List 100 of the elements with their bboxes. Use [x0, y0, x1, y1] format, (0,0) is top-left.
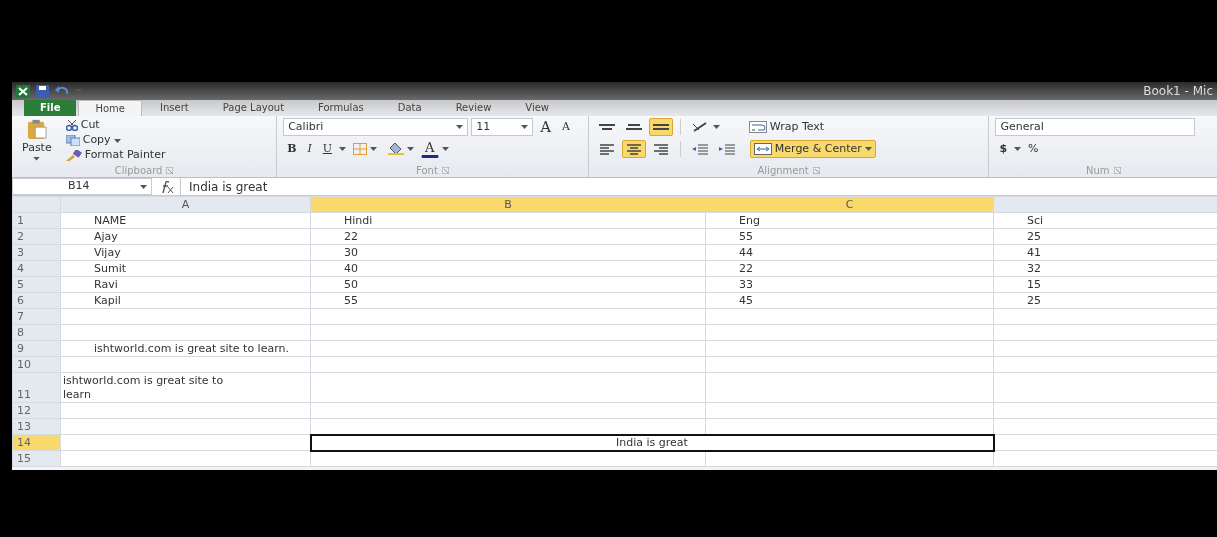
wrap-text-icon: [748, 121, 767, 133]
column-header[interactable]: B: [310, 196, 706, 213]
font-size-field[interactable]: 11: [471, 118, 534, 136]
align-center-icon: [625, 143, 642, 155]
align-right-icon: [652, 143, 669, 155]
paintbrush-icon: [65, 150, 82, 161]
caret-icon: [521, 125, 529, 129]
row-header[interactable]: 11: [12, 372, 61, 403]
group-label: Clipboard: [114, 164, 163, 178]
table-cell-text: 25: [1026, 293, 1041, 308]
ribbon-tab[interactable]: Data: [381, 100, 438, 116]
ribbon-tab[interactable]: Page Layout: [206, 100, 301, 116]
align-bottom-icon: [652, 124, 669, 130]
dialog-launcher-icon[interactable]: [1113, 167, 1121, 174]
table-cell-text: 44: [738, 245, 753, 260]
copy-button[interactable]: Copy: [61, 133, 170, 148]
align-middle-icon: [625, 124, 642, 130]
table-cell-text: 22: [343, 229, 358, 244]
ribbon-tab[interactable]: View: [509, 100, 566, 116]
table-cell-text: Sumit: [93, 261, 127, 276]
column-header[interactable]: A: [60, 196, 311, 213]
table-cell-text: 55: [343, 293, 358, 308]
paste-button[interactable]: Paste: [18, 118, 56, 162]
merge-center-button[interactable]: Merge & Center: [749, 140, 876, 158]
dialog-launcher-icon[interactable]: [166, 167, 174, 174]
merge-cells-icon: [753, 143, 772, 155]
ribbon-tab[interactable]: Insert: [144, 100, 205, 116]
grow-font-button[interactable]: A: [536, 118, 555, 136]
caret-icon: [864, 147, 872, 151]
caret-icon: [407, 147, 415, 151]
indent-icon: [691, 143, 708, 155]
caret-icon: [33, 157, 41, 161]
percent-button[interactable]: %: [1024, 140, 1043, 158]
caret-icon: [339, 147, 347, 151]
merged-cell[interactable]: India is great: [310, 434, 994, 451]
indent-icon: [718, 143, 735, 155]
caret-icon: [456, 125, 464, 129]
window-title: Book1 - Mic: [1143, 83, 1213, 100]
paint-bucket-icon: [388, 143, 405, 155]
ribbon-tab[interactable]: Review: [439, 100, 508, 116]
table-cell-text: Sci: [1026, 213, 1044, 228]
table-cell-text: 40: [343, 261, 358, 276]
align-center-button[interactable]: [621, 140, 646, 158]
table-cell-text: Ravi: [93, 277, 118, 292]
table-cell-text: 30: [343, 245, 358, 260]
group-label: Num: [1085, 164, 1110, 178]
caret-icon: [113, 138, 121, 143]
italic-button[interactable]: I: [303, 140, 316, 158]
caret-icon: [370, 147, 378, 151]
align-bottom-button[interactable]: [648, 118, 673, 136]
table-cell-text: 15: [1026, 277, 1041, 292]
currency-button[interactable]: $: [995, 140, 1012, 158]
table-cell-text: 33: [738, 277, 753, 292]
dialog-launcher-icon[interactable]: [441, 167, 449, 174]
ribbon-tab[interactable]: Home: [78, 100, 142, 116]
table-cell-text: 55: [738, 229, 753, 244]
grid-icon: [353, 143, 368, 155]
table-cell-text: 45: [738, 293, 753, 308]
table-cell-text: Vijay: [93, 245, 121, 260]
table-cell-text: 50: [343, 277, 358, 292]
group-label: Font: [416, 164, 438, 178]
font-name-field[interactable]: Calibri: [283, 118, 469, 136]
format-painter-button[interactable]: Format Painter: [61, 148, 170, 163]
caret-icon: [712, 125, 720, 129]
caret-icon: [441, 147, 449, 151]
caret-icon: [1014, 147, 1022, 151]
undo-icon[interactable]: [55, 85, 69, 97]
caret-icon: [140, 184, 147, 189]
table-cell-text: Hindi: [343, 213, 373, 228]
table-cell-text: 41: [1026, 245, 1041, 260]
name-box[interactable]: B14: [12, 178, 152, 195]
file-tab[interactable]: File: [24, 100, 77, 116]
clipboard-icon: [25, 119, 48, 139]
shrink-font-button[interactable]: A: [558, 118, 574, 136]
save-icon[interactable]: [36, 84, 49, 98]
table-cell-text: ishtworld.com is great site to learn.: [93, 341, 289, 356]
table-cell-text: Eng: [738, 213, 760, 228]
column-header[interactable]: C: [705, 196, 994, 213]
number-format-field[interactable]: General: [995, 118, 1196, 136]
formula-field[interactable]: India is great: [180, 178, 1217, 195]
cut-button[interactable]: Cut: [61, 118, 170, 133]
align-left-icon: [598, 143, 615, 155]
dialog-launcher-icon[interactable]: [812, 167, 820, 174]
table-cell-text: 32: [1026, 261, 1041, 276]
table-cell-text: 22: [738, 261, 753, 276]
table-cell-text: NAME: [93, 213, 127, 228]
align-top-icon: [598, 124, 615, 130]
spreadsheet-logo-icon[interactable]: [16, 84, 30, 98]
font-color-button[interactable]: A: [421, 140, 439, 158]
underline-button[interactable]: U: [318, 140, 337, 158]
table-cell-text: ishtworld.com is great site to learn: [62, 373, 225, 402]
table-cell-text: Kapil: [93, 293, 121, 308]
copy-icon: [65, 135, 80, 146]
bold-button[interactable]: B: [283, 140, 301, 158]
table-cell-text: 25: [1026, 229, 1041, 244]
wrap-text-button[interactable]: Wrap Text: [744, 118, 829, 136]
group-label: Alignment: [757, 164, 809, 178]
table-cell-text: Ajay: [93, 229, 118, 244]
ribbon-tab[interactable]: Formulas: [302, 100, 380, 116]
scissors-icon: [65, 120, 78, 131]
